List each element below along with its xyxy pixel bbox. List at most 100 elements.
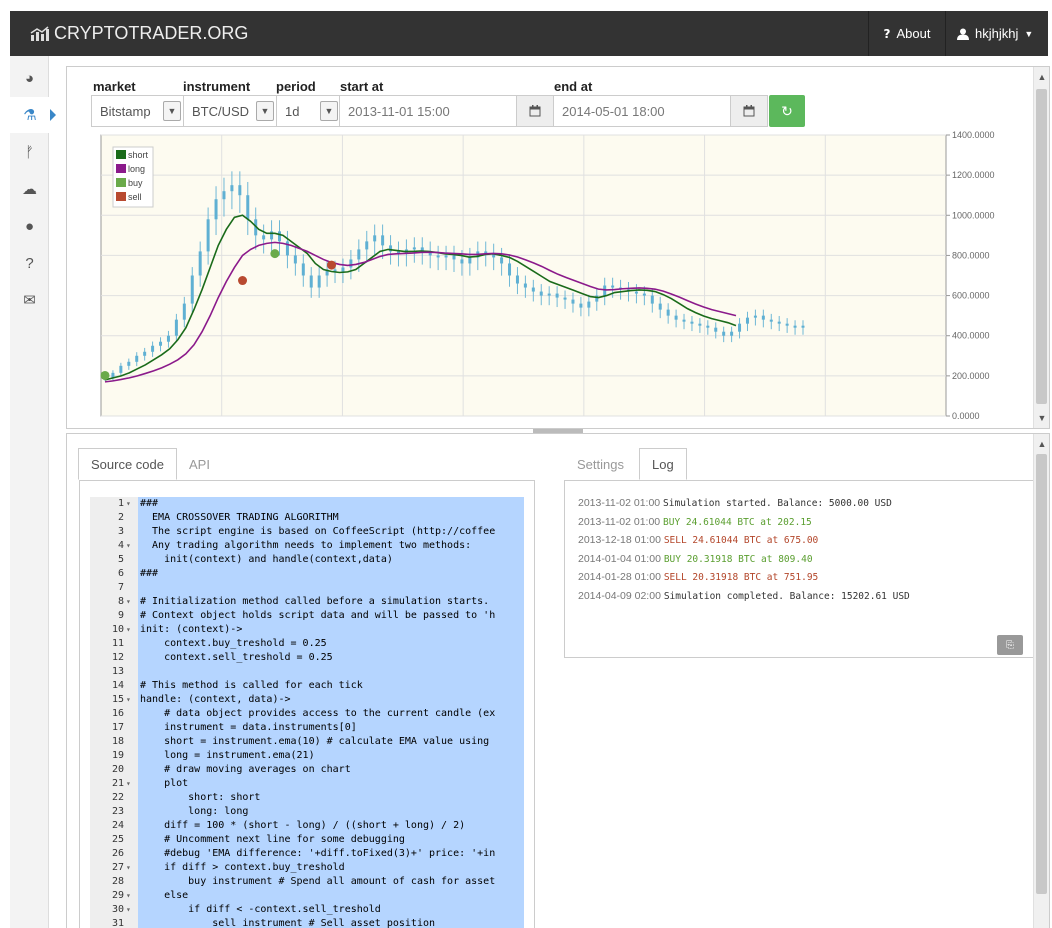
fold-toggle-icon[interactable]: ▾ <box>126 693 136 707</box>
code-line: 12 context.sell_treshold = 0.25 <box>90 651 524 665</box>
price-candle <box>571 299 575 304</box>
price-candle <box>642 293 646 296</box>
price-candle <box>634 291 638 294</box>
price-candle <box>714 327 718 332</box>
line-number: 10 <box>111 624 124 635</box>
line-number: 8 <box>117 596 124 607</box>
price-candle <box>563 297 567 300</box>
code-text: instrument = data.instruments[0] <box>138 721 524 735</box>
code-line: 17 instrument = data.instruments[0] <box>90 721 524 735</box>
price-candle <box>270 231 274 240</box>
about-link[interactable]: ? About <box>868 11 946 56</box>
code-line: 8 ▾ # Initialization method called before … <box>90 595 524 609</box>
code-line: 24 diff = 100 * (short - long) / ((short… <box>90 819 524 833</box>
price-candle <box>539 291 543 296</box>
trade-marker-buy <box>270 249 280 259</box>
price-candle <box>166 335 170 342</box>
price-candle <box>293 255 297 264</box>
tab-source-code[interactable]: Source code <box>78 448 177 480</box>
line-number: 1 <box>117 498 124 509</box>
price-candle <box>531 287 535 292</box>
code-line: 18 short = instrument.ema(10) # calculat… <box>90 735 524 749</box>
fold-toggle-icon[interactable]: ▾ <box>126 861 136 875</box>
line-number: 18 <box>111 736 124 747</box>
tab-label: API <box>189 456 210 472</box>
line-number: 24 <box>111 820 124 831</box>
code-text: context.sell_treshold = 0.25 <box>138 651 524 665</box>
price-candle <box>174 319 178 336</box>
code-line: 5 init(context) and handle(context,data) <box>90 553 524 567</box>
scroll-thumb[interactable] <box>1036 89 1047 404</box>
sidebar-item-lab-flask[interactable]: ⚗ <box>10 97 56 133</box>
tab-api[interactable]: API <box>177 448 222 480</box>
price-candle <box>278 231 281 242</box>
tab-label: Source code <box>91 456 164 472</box>
code-text <box>138 665 524 679</box>
price-candle <box>182 303 186 320</box>
sidebar-item-cloud[interactable]: ☁ <box>10 171 49 207</box>
line-number: 17 <box>111 722 124 733</box>
log-timestamp: 2013-12-18 01:00 <box>578 534 664 546</box>
code-text: The script engine is based on CoffeeScri… <box>138 525 524 539</box>
sidebar-item-envelope[interactable]: ✉ <box>10 282 49 318</box>
code-area[interactable]: 1 ▾ ### 2 EMA CROSSOVER TRADING ALGORITHM 3 … <box>90 497 524 928</box>
line-number: 15 <box>111 694 124 705</box>
line-number: 20 <box>111 764 124 775</box>
price-candle <box>666 309 670 316</box>
fold-toggle-icon[interactable]: ▾ <box>126 903 136 917</box>
lab-flask-icon: ⚗ <box>23 107 37 124</box>
sidebar-item-chat-bubble[interactable]: ● <box>10 208 49 244</box>
code-line: 27 ▾ if diff > context.buy_treshold <box>90 861 524 875</box>
code-line: 28 buy instrument # Spend all amount of … <box>90 875 524 889</box>
log-entry: 2013-11-02 01:00 BUY 24.61044 BTC at 202… <box>578 516 812 532</box>
price-candle <box>674 315 678 320</box>
sidebar-item-dashboard[interactable]: ◕ <box>10 60 49 96</box>
fold-toggle-icon[interactable]: ▾ <box>126 497 136 511</box>
left-sidebar: ◕ ⚗ ᚠ ☁ ●? ✉ <box>10 56 56 928</box>
tab-log[interactable]: Log <box>639 448 687 480</box>
fold-toggle-icon[interactable]: ▾ <box>126 539 136 553</box>
scroll-down-icon[interactable]: ▼ <box>1034 410 1050 426</box>
chart-panel: market instrument period start at end at… <box>66 66 1050 429</box>
price-candle <box>238 185 242 196</box>
chart-scrollbar[interactable]: ▲ ▼ <box>1033 67 1049 428</box>
code-line: 13 <box>90 665 524 679</box>
legend-label-buy: buy <box>128 178 143 188</box>
user-icon <box>957 28 969 40</box>
scroll-up-icon[interactable]: ▲ <box>1034 69 1050 85</box>
log-timestamp: 2013-11-02 01:00 <box>578 515 664 528</box>
code-line: 29 ▾ else <box>90 889 524 903</box>
line-number: 6 <box>117 568 124 579</box>
dashboard-icon: ◕ <box>24 69 35 87</box>
user-menu[interactable]: hkjhjkhj ▼ <box>947 11 1048 56</box>
copy-log-button[interactable]: ⎘ <box>997 635 1023 655</box>
envelope-icon: ✉ <box>23 292 36 309</box>
source-code-editor[interactable]: 1 ▾ ### 2 EMA CROSSOVER TRADING ALGORITHM 3 … <box>79 480 535 928</box>
scroll-thumb[interactable] <box>1036 454 1047 894</box>
code-line: 6 ### <box>90 567 524 581</box>
fold-toggle-icon[interactable]: ▾ <box>126 623 136 637</box>
code-line: 15 ▾ handle: (context, data)-> <box>90 693 524 707</box>
code-line: 9 # Context object holds script data and … <box>90 609 524 623</box>
editor-scrollbar[interactable]: ▲ <box>1033 434 1049 928</box>
fold-toggle-icon[interactable]: ▾ <box>126 889 136 903</box>
price-chart: 1400.0000 1200.0000 1000.0000 800.0000 600.0… <box>100 130 995 421</box>
price-candle <box>436 255 440 258</box>
code-text: # Context object holds script data and w… <box>138 609 524 623</box>
fold-toggle-icon[interactable]: ▾ <box>126 777 136 791</box>
tab-label: Log <box>652 456 674 472</box>
code-line: 7 <box>90 581 524 595</box>
tab-settings[interactable]: Settings <box>565 448 636 480</box>
line-number: 7 <box>117 582 124 593</box>
code-text: init: (context)-> <box>138 623 524 637</box>
scroll-up-icon[interactable]: ▲ <box>1034 436 1049 452</box>
sidebar-item-help[interactable]: ? <box>10 245 49 281</box>
legend-label-sell: sell <box>128 192 142 202</box>
price-candle <box>190 275 194 304</box>
legend-swatch-sell <box>116 192 126 201</box>
fold-toggle-icon[interactable]: ▾ <box>126 595 136 609</box>
price-candle <box>206 219 210 252</box>
code-text: long = instrument.ema(21) <box>138 749 524 763</box>
brand-logo-link[interactable]: CRYPTOTRADER.ORG <box>30 11 248 56</box>
sidebar-item-fork[interactable]: ᚠ <box>10 134 49 170</box>
